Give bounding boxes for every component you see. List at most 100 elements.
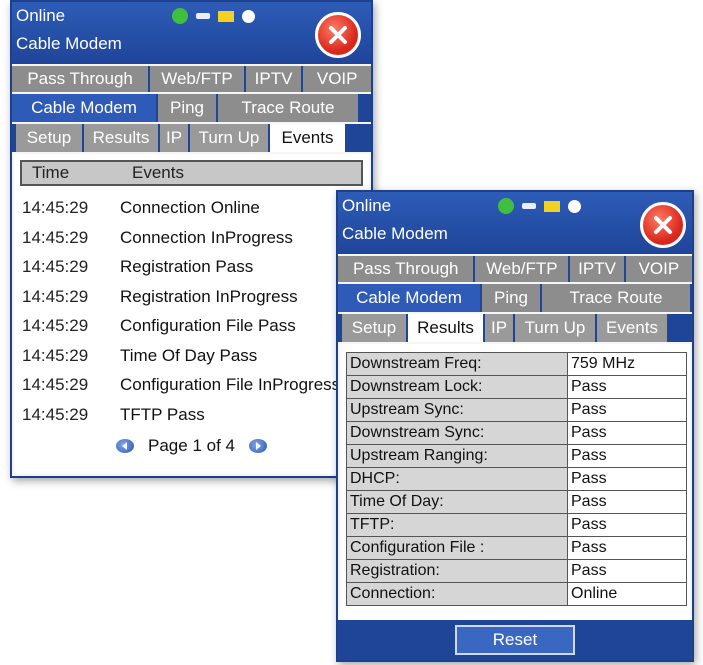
result-label: TFTP: <box>346 513 568 537</box>
subtab-events[interactable]: Events <box>597 314 667 342</box>
result-value: Pass <box>567 421 687 445</box>
tab-pass-through[interactable]: Pass Through <box>12 66 149 92</box>
tab-trace-route[interactable]: Trace Route <box>542 284 690 312</box>
result-label: Downstream Sync: <box>346 421 568 445</box>
event-text: Time Of Day Pass <box>120 346 258 365</box>
event-text: Configuration File Pass <box>120 316 296 335</box>
results-window: Online Cable Modem Pass Through Web/FTP … <box>336 190 694 662</box>
event-time: 14:45:29 <box>22 405 89 424</box>
result-label: Configuration File : <box>346 536 568 560</box>
subtab-turn-up[interactable]: Turn Up <box>515 314 595 342</box>
device-title: Cable Modem <box>342 224 448 243</box>
event-text: Registration InProgress <box>120 287 298 306</box>
result-row: Configuration File : Pass <box>346 536 687 560</box>
tab-iptv[interactable]: IPTV <box>245 66 302 92</box>
column-events: Events <box>132 163 184 182</box>
reset-button[interactable]: Reset <box>455 625 575 655</box>
results-table: Downstream Freq: 759 MHz Downstream Lock: P… <box>346 352 687 606</box>
event-text: Connection Online <box>120 198 260 217</box>
event-time: 14:45:29 <box>22 287 89 306</box>
result-label: Time Of Day: <box>346 490 568 514</box>
device-title: Cable Modem <box>16 34 122 53</box>
event-text: Registration Pass <box>120 257 254 276</box>
bluetooth-icon <box>242 9 255 23</box>
subtab-ip[interactable]: IP <box>160 124 188 152</box>
power-plug-icon <box>522 203 536 209</box>
results-panel: Downstream Freq: 759 MHz Downstream Lock: P… <box>340 344 690 620</box>
event-row: 14:45:29 Registration InProgress <box>22 287 298 307</box>
result-row: Downstream Lock: Pass <box>346 375 687 399</box>
result-value: Pass <box>567 398 687 422</box>
event-row: 14:45:29 Connection InProgress <box>22 228 293 248</box>
arrow-right-icon <box>255 442 261 450</box>
subtab-results[interactable]: Results <box>408 314 483 342</box>
subtab-turn-up[interactable]: Turn Up <box>190 124 268 152</box>
result-row: DHCP: Pass <box>346 467 687 491</box>
tab-ping[interactable]: Ping <box>158 94 216 122</box>
prev-page-button[interactable] <box>116 439 135 453</box>
subtab-row: Setup Results IP Turn Up Events <box>338 314 692 342</box>
tab-pass-through[interactable]: Pass Through <box>338 256 474 282</box>
result-label: Upstream Ranging: <box>346 444 568 468</box>
tab-cable-modem[interactable]: Cable Modem <box>338 284 480 312</box>
close-icon <box>654 216 672 234</box>
arrow-left-icon <box>122 442 128 450</box>
tab-trace-route[interactable]: Trace Route <box>218 94 358 122</box>
result-value: Pass <box>567 444 687 468</box>
result-row: Downstream Sync: Pass <box>346 421 687 445</box>
tab-web-ftp[interactable]: Web/FTP <box>475 256 569 282</box>
result-value: Online <box>567 582 687 606</box>
page-indicator: Page 1 of 4 <box>148 436 235 455</box>
ip-status-icon <box>172 8 188 24</box>
event-time: 14:45:29 <box>22 198 89 217</box>
result-label: Upstream Sync: <box>346 398 568 422</box>
pager: Page 1 of 4 <box>14 436 369 456</box>
result-value: Pass <box>567 559 687 583</box>
result-value: 759 MHz <box>567 352 687 376</box>
result-label: DHCP: <box>346 467 568 491</box>
result-row: Registration: Pass <box>346 559 687 583</box>
bluetooth-icon <box>568 199 581 213</box>
result-row: Upstream Sync: Pass <box>346 398 687 422</box>
tab-row-secondary: Cable Modem Ping Trace Route <box>338 284 692 312</box>
close-button[interactable] <box>315 12 361 58</box>
ip-status-icon <box>498 198 514 214</box>
event-time: 14:45:29 <box>22 375 89 394</box>
result-label: Downstream Lock: <box>346 375 568 399</box>
result-row: Time Of Day: Pass <box>346 490 687 514</box>
events-window: Online Cable Modem Pass Through Web/FTP … <box>10 0 373 478</box>
tab-row-secondary: Cable Modem Ping Trace Route <box>12 94 371 122</box>
event-row: 14:45:29 Configuration File InProgress <box>22 375 340 395</box>
tab-voip[interactable]: VOIP <box>303 66 371 92</box>
tab-iptv[interactable]: IPTV <box>570 256 624 282</box>
result-value: Pass <box>567 513 687 537</box>
result-value: Pass <box>567 375 687 399</box>
event-row: 14:45:29 Registration Pass <box>22 257 253 277</box>
tab-cable-modem[interactable]: Cable Modem <box>12 94 156 122</box>
result-row: Upstream Ranging: Pass <box>346 444 687 468</box>
close-button[interactable] <box>640 202 686 248</box>
events-panel: Time Events 14:45:29 Connection Online 14… <box>14 154 369 474</box>
tab-row-primary: Pass Through Web/FTP IPTV VOIP <box>338 256 692 282</box>
events-table-header: Time Events <box>20 160 363 186</box>
result-value: Pass <box>567 490 687 514</box>
result-value: Pass <box>567 467 687 491</box>
subtab-setup[interactable]: Setup <box>342 314 406 342</box>
result-row: TFTP: Pass <box>346 513 687 537</box>
next-page-button[interactable] <box>248 439 267 453</box>
tab-row-primary: Pass Through Web/FTP IPTV VOIP <box>12 66 371 92</box>
tab-ping[interactable]: Ping <box>482 284 540 312</box>
subtab-row: Setup Results IP Turn Up Events <box>12 124 371 152</box>
tab-voip[interactable]: VOIP <box>625 256 692 282</box>
result-label: Connection: <box>346 582 568 606</box>
subtab-results[interactable]: Results <box>84 124 158 152</box>
power-plug-icon <box>196 13 210 19</box>
subtab-events[interactable]: Events <box>270 124 345 152</box>
title-bar: Online Cable Modem <box>338 192 692 254</box>
tab-web-ftp[interactable]: Web/FTP <box>150 66 244 92</box>
footer-bar: Reset <box>338 620 692 660</box>
event-row: 14:45:29 Time Of Day Pass <box>22 346 257 366</box>
subtab-setup[interactable]: Setup <box>16 124 82 152</box>
subtab-ip[interactable]: IP <box>485 314 513 342</box>
result-value: Pass <box>567 536 687 560</box>
